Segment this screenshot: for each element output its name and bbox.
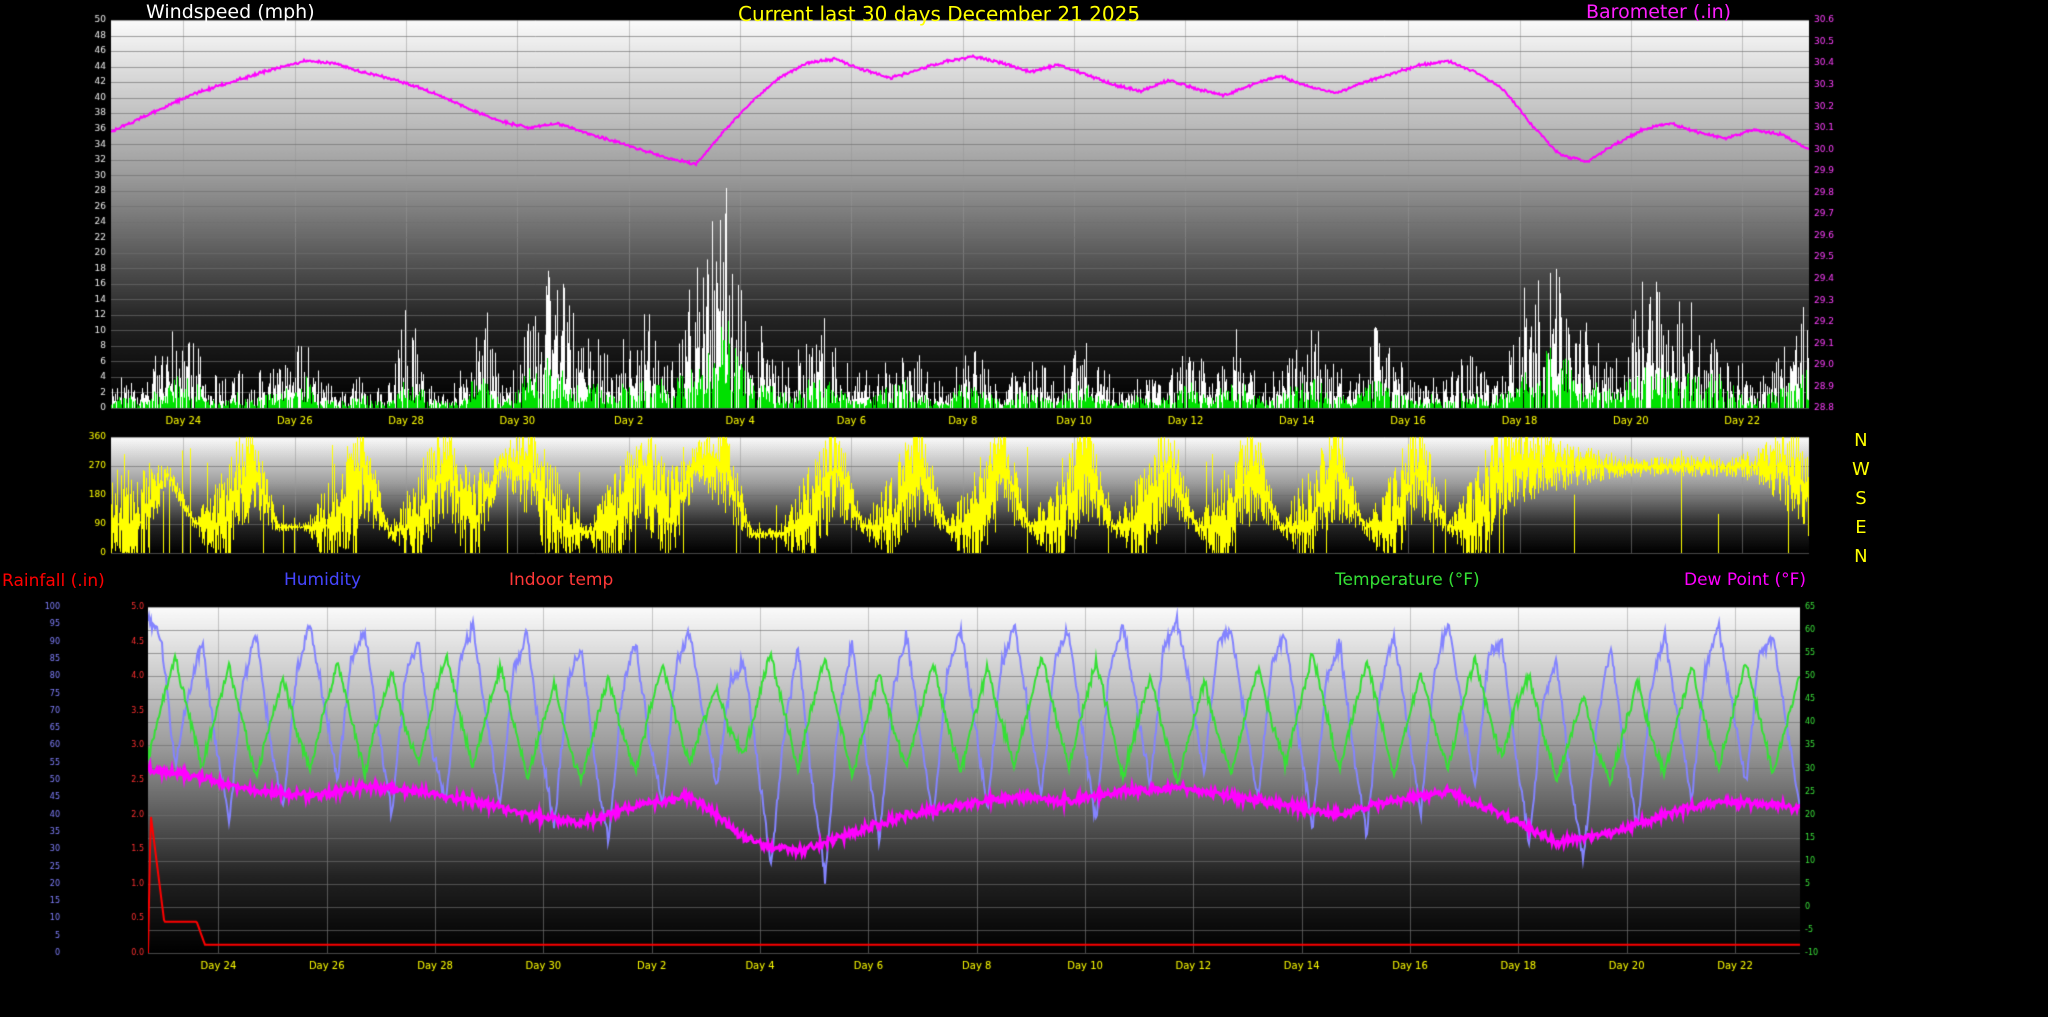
compass-s: S <box>1852 484 1870 513</box>
compass-w: W <box>1852 455 1870 484</box>
dew-point-series-label: Dew Point (°F) <box>1684 570 1806 590</box>
humidity-series-label: Humidity <box>284 570 361 590</box>
weather-chart-canvas <box>0 0 2048 1017</box>
indoor-temp-series-label: Indoor temp <box>509 570 613 590</box>
compass-n-top: N <box>1852 426 1870 455</box>
compass-legend: N W S E N <box>1852 426 1870 571</box>
compass-n-bottom: N <box>1852 542 1870 571</box>
windspeed-axis-title: Windspeed (mph) <box>146 1 315 23</box>
temperature-series-label: Temperature (°F) <box>1335 570 1480 590</box>
rainfall-axis-title: Rainfall (.in) <box>2 571 105 591</box>
page-title: Current last 30 days December 21 2025 <box>738 2 1140 26</box>
barometer-axis-title: Barometer (.in) <box>1586 1 1731 23</box>
compass-e: E <box>1852 513 1870 542</box>
